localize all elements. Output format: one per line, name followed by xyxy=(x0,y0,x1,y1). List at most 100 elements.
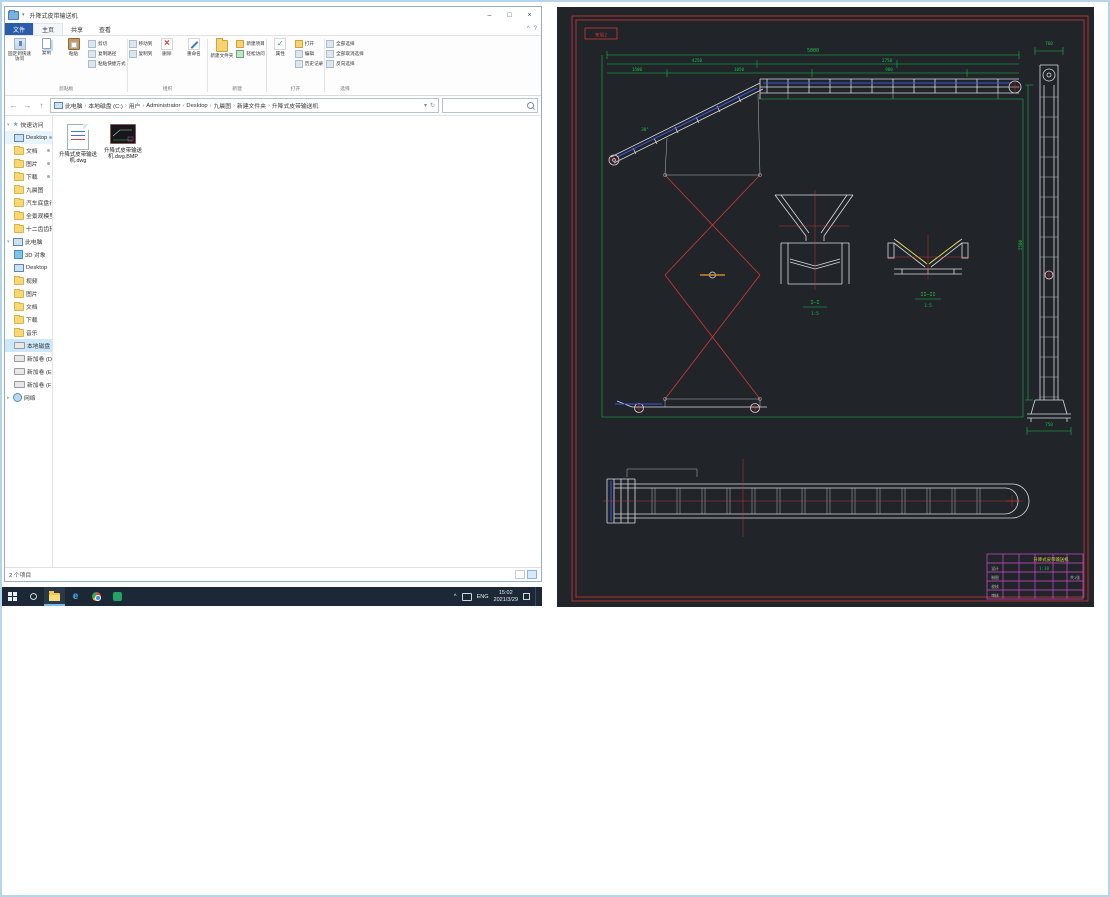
tray-expand-icon[interactable]: ^ xyxy=(454,594,457,600)
new-item-icon xyxy=(236,40,245,48)
details-view-button[interactable] xyxy=(515,570,525,579)
tab-home[interactable]: 主页 xyxy=(33,23,64,35)
sidebar-network[interactable]: ▸ 网络 xyxy=(5,391,52,404)
dim-a: 4250 xyxy=(692,58,703,63)
copy-button[interactable]: 复制 xyxy=(34,38,59,55)
crumb-users[interactable]: 用户 xyxy=(129,101,141,110)
delete-button[interactable]: 删除 xyxy=(154,38,179,56)
sidebar-item-downloads[interactable]: 下载 xyxy=(5,313,52,326)
sidebar-item-pictures-pinned[interactable]: 图片 xyxy=(5,157,52,170)
search-input[interactable] xyxy=(446,101,527,110)
select-none-button[interactable]: 全部取消选择 xyxy=(326,50,364,58)
keyboard-icon[interactable] xyxy=(461,592,472,601)
history-button[interactable]: 历史记录 xyxy=(294,60,323,68)
qat-customize-icon[interactable]: ▾ xyxy=(22,12,25,18)
crumb-this-pc[interactable]: 此电脑 xyxy=(65,101,82,110)
ribbon-group-clipboard: 固定到快速访问 复制 粘贴 剪切 复制路径 粘贴快捷方式 剪贴板 xyxy=(7,37,126,94)
file-list[interactable]: 升降式皮带输送机.dwg 升降式皮带输送机.dwg.BMP xyxy=(53,116,541,567)
sidebar-item-3d-objects[interactable]: 3D 对象 xyxy=(5,248,52,261)
help-icon[interactable]: ? xyxy=(534,26,537,32)
paste-button[interactable]: 粘贴 xyxy=(61,38,86,56)
file-item-dwg[interactable]: 升降式皮带输送机.dwg xyxy=(58,124,98,164)
crumb-desktop[interactable]: Desktop xyxy=(186,103,207,109)
open-button[interactable]: 打开 xyxy=(294,40,323,48)
collapse-ribbon-icon[interactable]: ^ xyxy=(527,26,530,32)
select-all-button[interactable]: 全部选择 xyxy=(326,40,364,48)
tab-view[interactable]: 查看 xyxy=(91,23,119,35)
folder-icon xyxy=(14,197,24,207)
properties-button[interactable]: 属性 xyxy=(268,38,293,56)
crumb-folder1[interactable]: 九晨图 xyxy=(214,101,231,110)
pin-icon xyxy=(47,175,50,178)
show-desktop-button[interactable] xyxy=(535,587,539,606)
easy-access-icon xyxy=(236,50,245,58)
sidebar-item-downloads-pinned[interactable]: 下载 xyxy=(5,170,52,183)
group-label-clipboard: 剪贴板 xyxy=(59,87,74,92)
close-button[interactable]: × xyxy=(521,8,538,22)
chrome-taskbar-button[interactable] xyxy=(86,587,107,606)
rename-button[interactable]: 重命名 xyxy=(181,38,206,56)
maximize-button[interactable]: □ xyxy=(501,8,518,22)
file-name: 升降式皮带输送机.dwg.BMP xyxy=(104,148,142,160)
sidebar-item-volume-d[interactable]: 新加卷 (D:) xyxy=(5,352,52,365)
copy-path-button[interactable]: 复制路径 xyxy=(88,50,126,58)
sidebar-this-pc[interactable]: ▾ 此电脑 xyxy=(5,235,52,248)
sidebar-item-volume-f[interactable]: 新加卷 (F:) xyxy=(5,378,52,391)
file-explorer-taskbar-button[interactable] xyxy=(44,587,65,606)
address-dropdown-icon[interactable]: ▾ xyxy=(424,102,427,109)
clock[interactable]: 15:02 2021/3/29 xyxy=(494,590,518,603)
paste-icon xyxy=(67,38,80,50)
paste-shortcut-button[interactable]: 粘贴快捷方式 xyxy=(88,60,126,68)
copy-to-button[interactable]: 复制到 xyxy=(128,50,152,58)
sidebar-item-desktop[interactable]: Desktop xyxy=(5,261,52,274)
start-button[interactable] xyxy=(2,587,23,606)
cad-drawing: 布局2 5000 4250 2750 1500 1050 900 30° I—I… xyxy=(571,15,1089,602)
thumbnail-view-button[interactable] xyxy=(527,570,537,579)
green-app-icon xyxy=(113,592,122,601)
crumb-current[interactable]: 升降式皮带输送机 xyxy=(272,101,318,110)
refresh-icon[interactable]: ↻ xyxy=(430,102,435,109)
crumb-folder2[interactable]: 新建文件夹 xyxy=(237,101,266,110)
sidebar-item-folder-2[interactable]: 汽车底盘行(全部) xyxy=(5,196,52,209)
new-item-button[interactable]: 新建项目 xyxy=(236,40,265,48)
sidebar-item-local-disk-c[interactable]: 本地磁盘 (C:) xyxy=(5,339,52,352)
search-button[interactable] xyxy=(23,587,44,606)
sidebar-item-desktop-pinned[interactable]: Desktop xyxy=(5,131,52,144)
action-center-icon[interactable] xyxy=(523,593,530,600)
ribbon-group-new: 新建文件夹 新建项目 轻松访问 新建 xyxy=(209,37,265,94)
crumb-administrator[interactable]: Administrator xyxy=(146,103,180,109)
up-button[interactable]: ↑ xyxy=(36,101,47,110)
new-folder-button[interactable]: 新建文件夹 xyxy=(209,38,234,58)
sidebar-item-folder-1[interactable]: 九晨图 xyxy=(5,183,52,196)
sidebar-quick-access[interactable]: ▾ ★ 快速访问 xyxy=(5,118,52,131)
crumb-c-drive[interactable]: 本地磁盘 (C:) xyxy=(88,101,122,110)
back-button[interactable]: ← xyxy=(8,101,19,110)
sidebar-item-folder-3[interactable]: 全景观模型 xyxy=(5,209,52,222)
forward-button[interactable]: → xyxy=(22,101,33,110)
sidebar-item-volume-e[interactable]: 新加卷 (E:) xyxy=(5,365,52,378)
move-to-button[interactable]: 移动到 xyxy=(128,40,152,48)
edge-taskbar-button[interactable] xyxy=(65,587,86,606)
minimize-button[interactable]: – xyxy=(481,8,498,22)
cut-button[interactable]: 剪切 xyxy=(88,40,126,48)
search-box[interactable] xyxy=(442,98,538,113)
sidebar-item-documents-pinned[interactable]: 文档 xyxy=(5,144,52,157)
sidebar-item-pictures[interactable]: 图片 xyxy=(5,287,52,300)
sidebar-item-music[interactable]: 音乐 xyxy=(5,326,52,339)
pin-to-quick-access-button[interactable]: 固定到快速访问 xyxy=(7,38,32,61)
easy-access-button[interactable]: 轻松访问 xyxy=(236,50,265,58)
breadcrumb[interactable]: 此电脑 › 本地磁盘 (C:) › 用户 › Administrator › Deskt… xyxy=(50,98,439,113)
file-item-bmp[interactable]: 升降式皮带输送机.dwg.BMP xyxy=(103,124,143,160)
tab-share[interactable]: 共享 xyxy=(63,23,91,35)
ribbon-group-organize: 移动到 复制到 删除 重命名 组织 xyxy=(128,37,207,94)
sidebar-item-documents[interactable]: 文档 xyxy=(5,300,52,313)
language-indicator[interactable]: ENG xyxy=(477,594,489,600)
sidebar-item-folder-4[interactable]: 十二齿齿轮 xyxy=(5,222,52,235)
tab-file[interactable]: 文件 xyxy=(5,23,34,35)
sidebar-item-videos[interactable]: 视频 xyxy=(5,274,52,287)
open-icon xyxy=(294,40,303,48)
invert-selection-button[interactable]: 反向选择 xyxy=(326,60,364,68)
dim-overall: 5000 xyxy=(807,48,819,54)
edit-button[interactable]: 编辑 xyxy=(294,50,323,58)
green-app-taskbar-button[interactable] xyxy=(107,587,128,606)
